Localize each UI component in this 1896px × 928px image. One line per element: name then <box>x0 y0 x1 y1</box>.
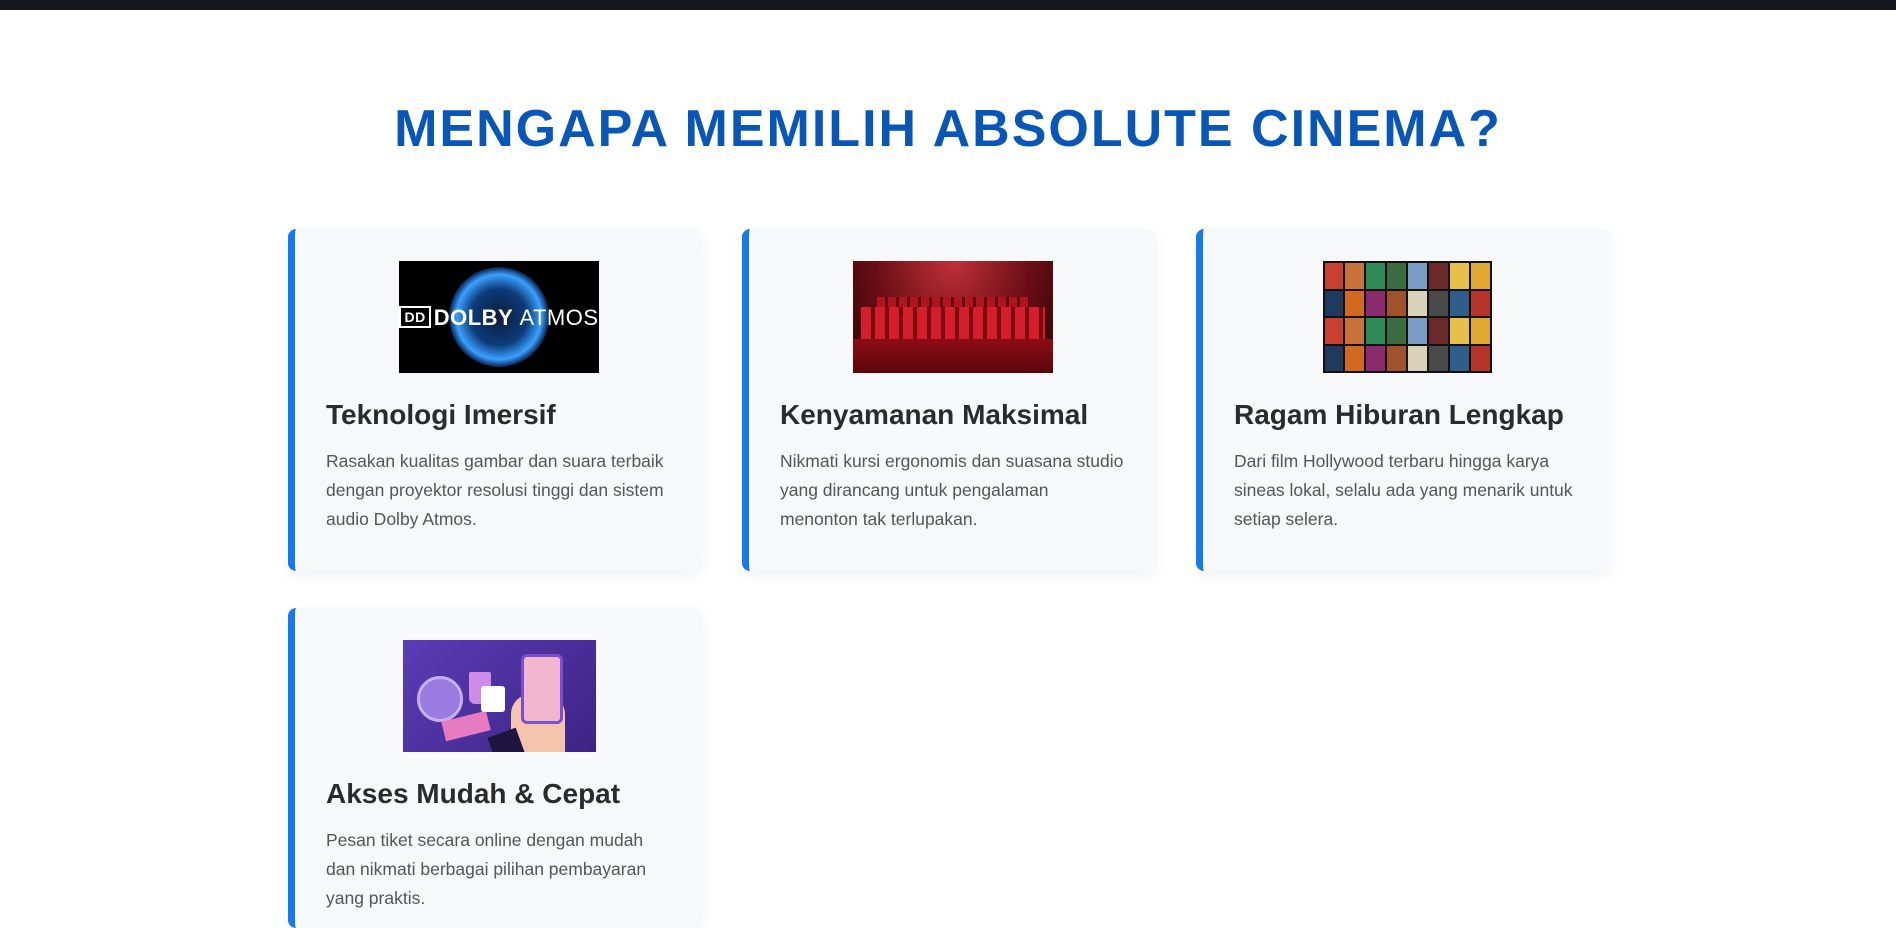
poster-tile <box>1449 345 1469 371</box>
feature-card-access: Akses Mudah & Cepat Pesan tiket secara o… <box>288 608 702 928</box>
feature-card-comfort: Kenyamanan Maksimal Nikmati kursi ergono… <box>742 229 1156 571</box>
poster-tile <box>1428 290 1448 316</box>
poster-tile <box>1345 290 1365 316</box>
section-title: MENGAPA MEMILIH ABSOLUTE CINEMA? <box>394 100 1502 158</box>
feature-description: Pesan tiket secara online dengan mudah d… <box>326 830 647 908</box>
dolby-atmos-image: DD DOLBY ATMOS <box>399 261 599 373</box>
feature-card-technology: DD DOLBY ATMOS Teknologi Imersif Rasakan … <box>288 229 702 571</box>
poster-tile <box>1387 263 1406 289</box>
poster-tile <box>1449 290 1469 316</box>
feature-title: Kenyamanan Maksimal <box>780 399 1089 430</box>
poster-tile <box>1428 263 1448 289</box>
poster-tile <box>1387 345 1406 371</box>
poster-tile <box>1428 345 1448 371</box>
feature-title: Teknologi Imersif <box>326 399 556 430</box>
top-navbar-edge <box>0 0 1896 10</box>
poster-tile <box>1408 263 1427 289</box>
feature-card-entertainment: Ragam Hiburan Lengkap Dari film Hollywoo… <box>1196 229 1610 571</box>
feature-description: Dari film Hollywood terbaru hingga karya… <box>1234 451 1573 529</box>
poster-tile <box>1387 290 1406 316</box>
feature-title: Akses Mudah & Cepat <box>326 778 621 809</box>
theater-seats-image <box>853 261 1053 373</box>
poster-tile <box>1345 263 1365 289</box>
poster-tile <box>1366 345 1386 371</box>
feature-description: Rasakan kualitas gambar dan suara terbai… <box>326 451 664 529</box>
poster-tile <box>1324 263 1344 289</box>
poster-tile <box>1470 290 1490 316</box>
poster-tile <box>1324 345 1344 371</box>
poster-tile <box>1408 345 1427 371</box>
poster-tile <box>1387 318 1406 344</box>
poster-tile <box>1408 290 1427 316</box>
poster-tile <box>1366 318 1386 344</box>
poster-tile <box>1428 318 1448 344</box>
poster-tile <box>1345 345 1365 371</box>
poster-tile <box>1345 318 1365 344</box>
poster-tile <box>1324 318 1344 344</box>
movie-posters-image <box>1322 261 1492 373</box>
poster-tile <box>1366 263 1386 289</box>
poster-tile <box>1449 318 1469 344</box>
poster-tile <box>1470 345 1490 371</box>
feature-title: Ragam Hiburan Lengkap <box>1234 399 1564 430</box>
poster-tile <box>1366 290 1386 316</box>
poster-tile <box>1470 263 1490 289</box>
online-ticket-image <box>402 640 596 752</box>
feature-description: Nikmati kursi ergonomis dan suasana stud… <box>780 451 1124 529</box>
poster-tile <box>1408 318 1427 344</box>
poster-tile <box>1324 290 1344 316</box>
poster-tile <box>1470 318 1490 344</box>
poster-tile <box>1449 263 1469 289</box>
